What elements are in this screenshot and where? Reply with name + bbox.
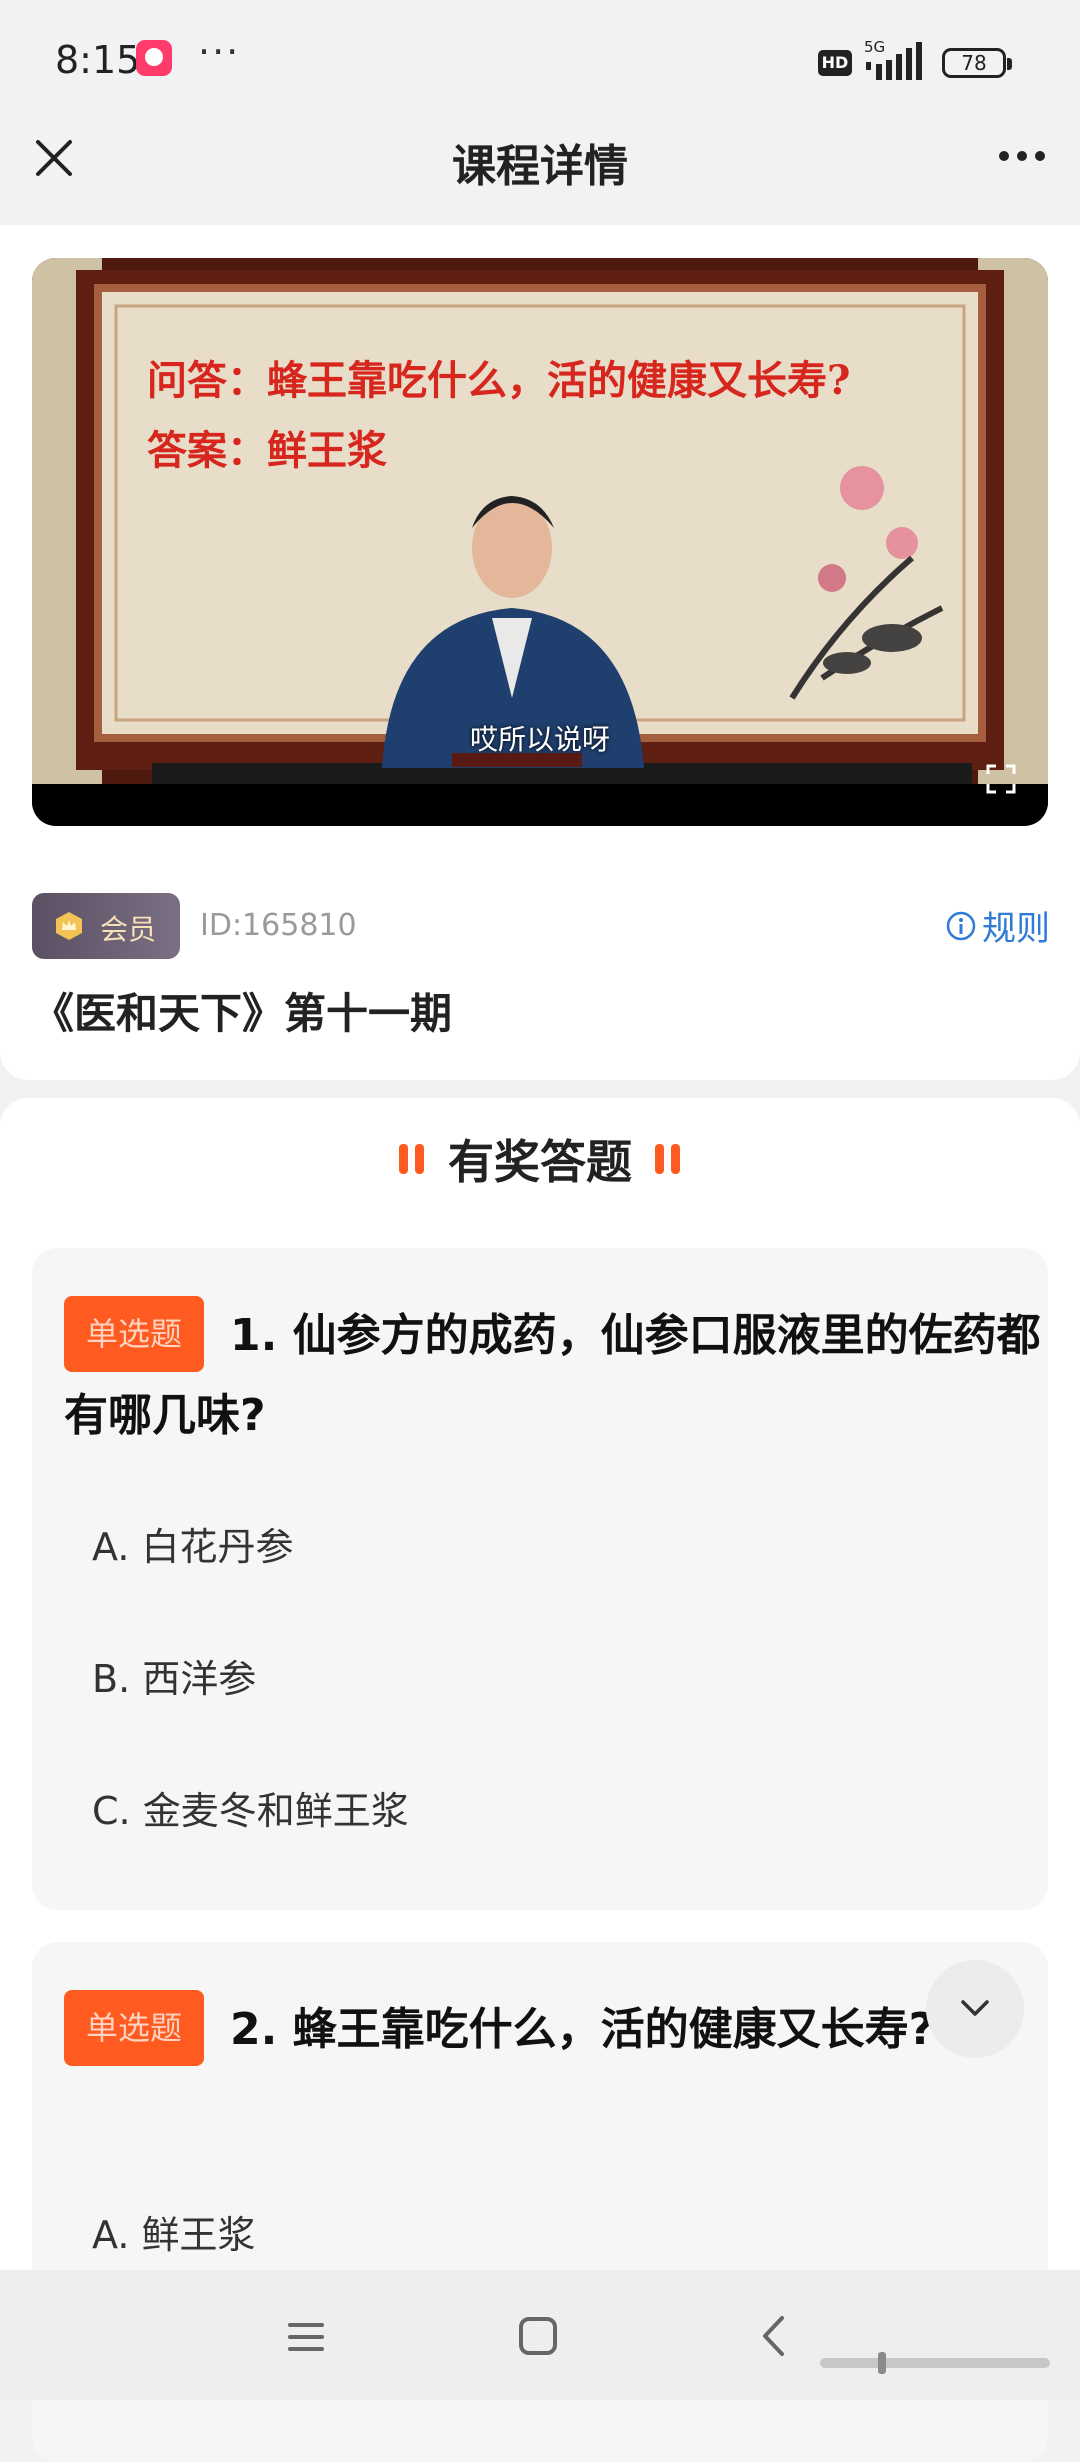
fullscreen-icon[interactable] bbox=[986, 764, 1016, 794]
quiz-heading-wrap: 有奖答题 bbox=[0, 1126, 1080, 1192]
member-label: 会员 bbox=[100, 913, 157, 946]
page-title: 课程详情 bbox=[452, 141, 628, 192]
more-icon[interactable] bbox=[996, 148, 1048, 164]
question-title: 单选题 2. 蜂王靠吃什么，活的健康又长寿? bbox=[64, 1990, 944, 2070]
question-text: 2. 蜂王靠吃什么，活的健康又长寿? bbox=[230, 2004, 935, 2055]
rules-label: 规则 bbox=[982, 909, 1050, 949]
top-nav-bar: 课程详情 bbox=[0, 120, 1080, 225]
quiz-heading: 有奖答题 bbox=[448, 1135, 632, 1189]
option-a[interactable]: A. 白花丹参 bbox=[92, 1516, 294, 1571]
back-icon[interactable] bbox=[760, 2314, 786, 2358]
member-badge: 会员 bbox=[32, 893, 180, 959]
app-notification-icon bbox=[136, 40, 172, 76]
network-type: 5G bbox=[864, 38, 885, 56]
status-bar: 8:15 ··· HD 5G 78 bbox=[0, 0, 1080, 120]
quiz-section: 有奖答题 单选题 1. 仙参方的成药，仙参口服液里的佐药都有哪几味? A. 白花丹… bbox=[0, 1098, 1080, 2462]
question-title: 单选题 1. 仙参方的成药，仙参口服液里的佐药都有哪几味? bbox=[64, 1296, 1044, 1456]
question-type-tag: 单选题 bbox=[64, 1296, 204, 1372]
option-c[interactable]: C. 金麦冬和鲜王浆 bbox=[92, 1780, 409, 1835]
crown-icon bbox=[56, 912, 82, 940]
status-time: 8:15 bbox=[55, 38, 141, 82]
course-id: ID:165810 bbox=[200, 908, 357, 943]
battery-icon: 78 bbox=[942, 48, 1012, 78]
video-control-bar bbox=[32, 784, 1048, 826]
signal-icon: 5G bbox=[864, 38, 922, 80]
video-subtitle: 哎所以说呀 bbox=[469, 723, 610, 756]
question-type-tag: 单选题 bbox=[64, 1990, 204, 2066]
menu-icon[interactable] bbox=[286, 2320, 326, 2354]
heading-deco-left-icon bbox=[398, 1144, 424, 1174]
video-question-text: 问答：蜂王靠吃什么，活的健康又长寿? bbox=[147, 357, 851, 404]
video-answer-text: 答案：鲜王浆 bbox=[147, 427, 387, 474]
info-icon bbox=[946, 911, 976, 940]
more-notifications-icon: ··· bbox=[198, 30, 241, 74]
hd-icon: HD bbox=[818, 50, 852, 76]
collapse-button[interactable] bbox=[926, 1960, 1024, 2058]
option-b[interactable]: B. 西洋参 bbox=[92, 1648, 256, 1703]
course-title: 《医和天下》第十一期 bbox=[32, 989, 453, 1038]
home-icon[interactable] bbox=[518, 2316, 558, 2356]
question-card: 单选题 1. 仙参方的成药，仙参口服液里的佐药都有哪几味? A. 白花丹参 B. … bbox=[32, 1248, 1048, 1910]
question-text: 1. 仙参方的成药，仙参口服液里的佐药都有哪几味? bbox=[64, 1310, 1041, 1441]
course-card: 问答：蜂王靠吃什么，活的健康又长寿? 答案：鲜王浆 哎所以说呀 会员 ID:16… bbox=[0, 225, 1080, 1080]
chevron-down-icon bbox=[961, 2000, 989, 2016]
option-a[interactable]: A. 鲜王浆 bbox=[92, 2204, 256, 2259]
scroll-handle-icon bbox=[820, 2352, 1050, 2374]
heading-deco-right-icon bbox=[655, 1144, 681, 1174]
system-nav-bar bbox=[0, 2270, 1080, 2400]
video-player[interactable]: 问答：蜂王靠吃什么，活的健康又长寿? 答案：鲜王浆 哎所以说呀 bbox=[32, 258, 1048, 826]
rules-link[interactable]: 规则 bbox=[946, 901, 1050, 951]
